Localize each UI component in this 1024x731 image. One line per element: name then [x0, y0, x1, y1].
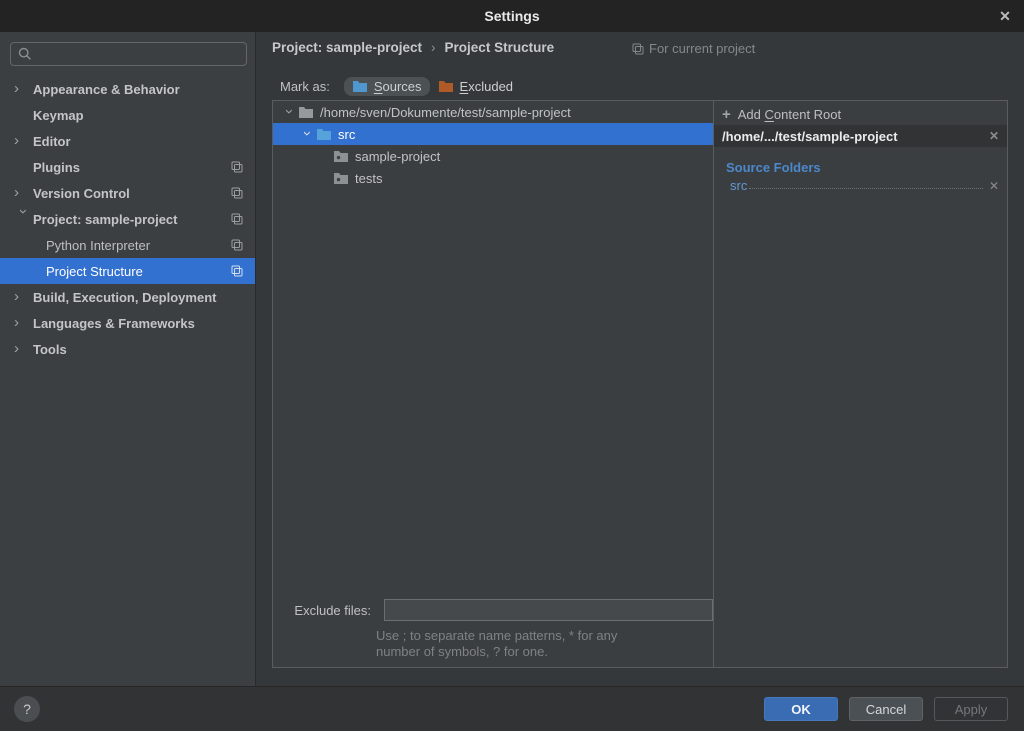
sidebar-item-label: Keymap [33, 108, 84, 123]
source-folder-icon [352, 79, 368, 93]
sidebar-item-version-control[interactable]: › Version Control [0, 180, 255, 206]
dialog-title: Settings [484, 8, 539, 24]
sidebar-item-project[interactable]: › Project: sample-project [0, 206, 255, 232]
mark-as-toolbar: Mark as: Sources Excluded [280, 74, 521, 98]
sidebar-item-label: Editor [33, 134, 71, 149]
sidebar-item-label: Languages & Frameworks [33, 316, 195, 331]
dialog-footer: ? OK Cancel Apply [0, 686, 1024, 731]
settings-dialog: Settings ✕ › Appearance & Behavior › Key… [0, 0, 1024, 731]
cancel-button[interactable]: Cancel [849, 697, 923, 721]
source-folders-title: Source Folders [726, 160, 1007, 175]
excluded-folder-icon [438, 79, 454, 93]
exclude-files-hint: Use ; to separate name patterns, * for a… [376, 628, 713, 660]
tree-row-sample-project[interactable]: sample-project [273, 145, 713, 167]
per-project-icon [231, 187, 243, 199]
sidebar-item-label: Version Control [33, 186, 130, 201]
tree-row-src[interactable]: › src [273, 123, 713, 145]
sidebar-item-label: Plugins [33, 160, 80, 175]
ok-button[interactable]: OK [764, 697, 838, 721]
sidebar-item-python-interpreter[interactable]: Python Interpreter [0, 232, 255, 258]
mark-as-label: Mark as: [280, 79, 330, 94]
sidebar-item-build-execution-deployment[interactable]: › Build, Execution, Deployment [0, 284, 255, 310]
source-folder-name: src [730, 178, 747, 193]
chevron-down-icon: › [300, 125, 315, 142]
apply-button: Apply [934, 697, 1008, 721]
tree-row-label: src [338, 127, 355, 142]
chevron-down-icon: › [16, 209, 31, 228]
exclude-files-section: Exclude files: Use ; to separate name pa… [273, 598, 713, 660]
remove-source-folder-icon[interactable]: ✕ [989, 179, 999, 193]
tree-row-label: /home/sven/Dokumente/test/sample-project [320, 105, 571, 120]
sidebar-items: › Appearance & Behavior › Keymap › Edito… [0, 76, 255, 362]
mark-as-excluded-button[interactable]: Excluded [430, 77, 521, 96]
sidebar-item-editor[interactable]: › Editor [0, 128, 255, 154]
tree-row-tests[interactable]: tests [273, 167, 713, 189]
help-button[interactable]: ? [14, 696, 40, 722]
sidebar-item-keymap[interactable]: › Keymap [0, 102, 255, 128]
close-icon[interactable]: ✕ [994, 6, 1016, 26]
settings-sidebar: › Appearance & Behavior › Keymap › Edito… [0, 32, 256, 686]
chevron-right-icon: › [14, 315, 33, 330]
chevron-right-icon: › [14, 81, 33, 96]
scope-label: For current project [649, 41, 755, 56]
folder-icon [333, 149, 349, 163]
breadcrumb-page: Project Structure [445, 40, 555, 55]
chevron-right-icon: › [14, 289, 33, 304]
per-project-icon [231, 213, 243, 225]
sidebar-item-label: Project: sample-project [33, 212, 178, 227]
tree-row-label: tests [355, 171, 382, 186]
content-root-path: /home/.../test/sample-project [722, 129, 898, 144]
sidebar-item-label: Python Interpreter [46, 238, 150, 253]
sidebar-item-label: Appearance & Behavior [33, 82, 180, 97]
search-input[interactable] [10, 42, 247, 66]
tree-row-content-root[interactable]: › /home/sven/Dokumente/test/sample-proje… [273, 101, 713, 123]
sidebar-item-plugins[interactable]: › Plugins [0, 154, 255, 180]
content-root-entry[interactable]: /home/.../test/sample-project ✕ [714, 125, 1007, 147]
per-project-icon [231, 265, 243, 277]
folder-icon [333, 171, 349, 185]
directory-tree: › /home/sven/Dokumente/test/sample-proje… [273, 101, 713, 667]
dotted-leader [749, 188, 983, 189]
chevron-right-icon: › [14, 133, 33, 148]
chevron-right-icon: › [14, 185, 33, 200]
search-icon [17, 46, 33, 62]
per-project-icon [632, 43, 644, 55]
chevron-down-icon: › [282, 103, 297, 120]
exclude-files-input[interactable] [384, 599, 713, 621]
per-project-icon [231, 239, 243, 251]
plus-icon: + [722, 107, 731, 122]
sidebar-item-project-structure[interactable]: Project Structure [0, 258, 255, 284]
sidebar-item-languages-frameworks[interactable]: › Languages & Frameworks [0, 310, 255, 336]
scope-indicator: For current project [632, 41, 755, 56]
breadcrumb-project[interactable]: Project: sample-project [272, 40, 422, 55]
main-content: Project: sample-project › Project Struct… [257, 32, 1024, 686]
titlebar: Settings ✕ [0, 0, 1024, 32]
source-folder-icon [316, 127, 332, 141]
chevron-right-icon: › [14, 341, 33, 356]
remove-content-root-icon[interactable]: ✕ [989, 129, 999, 143]
mark-as-sources-button[interactable]: Sources [344, 77, 430, 96]
sidebar-item-label: Build, Execution, Deployment [33, 290, 216, 305]
folder-icon [298, 105, 314, 119]
sidebar-item-label: Tools [33, 342, 67, 357]
sidebar-item-tools[interactable]: › Tools [0, 336, 255, 362]
sidebar-item-appearance-behavior[interactable]: › Appearance & Behavior [0, 76, 255, 102]
breadcrumb: Project: sample-project › Project Struct… [272, 40, 554, 55]
content-roots-panel: + Add Content Root /home/.../test/sample… [713, 101, 1007, 667]
exclude-files-label: Exclude files: [281, 603, 371, 618]
tree-row-label: sample-project [355, 149, 440, 164]
per-project-icon [231, 161, 243, 173]
project-structure-panel: › /home/sven/Dokumente/test/sample-proje… [272, 100, 1008, 668]
source-folder-entry[interactable]: src ✕ [730, 178, 999, 193]
add-content-root-button[interactable]: + Add Content Root [714, 103, 1007, 125]
sidebar-item-label: Project Structure [46, 264, 143, 279]
breadcrumb-separator: › [431, 40, 436, 55]
